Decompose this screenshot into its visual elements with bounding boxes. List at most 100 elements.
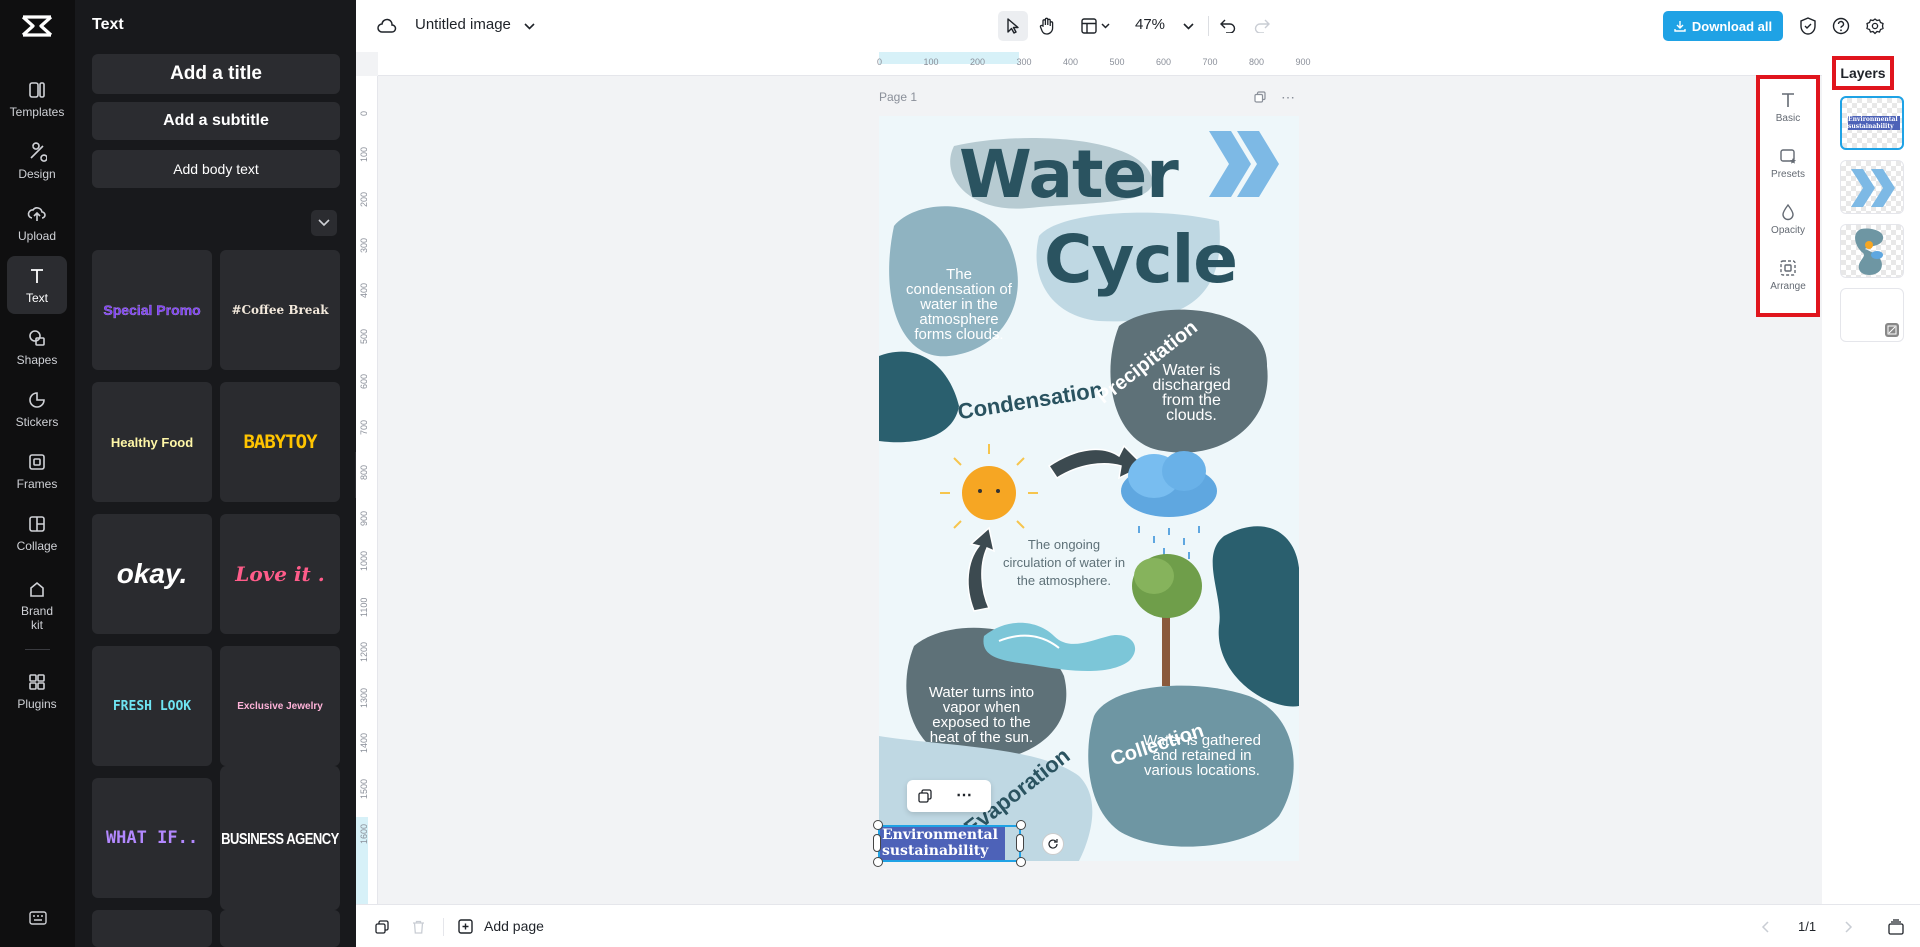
nav-upload[interactable]: Upload [7, 194, 67, 252]
add-page-button[interactable]: Add page [484, 918, 544, 934]
layer-thumb-chevrons[interactable] [1840, 160, 1904, 214]
nav-shapes[interactable]: Shapes [7, 318, 67, 376]
nav-plugins[interactable]: Plugins [7, 662, 67, 720]
settings-button[interactable] [1863, 14, 1887, 38]
duplicate-element-button[interactable] [917, 788, 933, 804]
ruler-tick-label: 300 [359, 237, 369, 253]
protection-button[interactable] [1796, 14, 1820, 38]
rotate-handle[interactable] [1042, 833, 1064, 855]
nav-label: Frames [16, 476, 58, 491]
zoom-level[interactable]: 47% [1135, 16, 1165, 33]
resize-handle-right[interactable] [1016, 834, 1024, 852]
arrange-property-button[interactable]: Arrange [1760, 247, 1816, 303]
text-preset-special-promo[interactable]: Special Promo [92, 250, 212, 370]
resize-handle-top-left[interactable] [873, 820, 883, 830]
page-more-button[interactable]: ⋯ [1278, 89, 1298, 105]
layers-title[interactable]: Layers [1832, 56, 1894, 90]
resize-handle-left[interactable] [873, 834, 881, 852]
text-preset-fresh-look[interactable]: FRESH LOOK [92, 646, 212, 766]
ruler-tick-label: 800 [359, 464, 369, 480]
ruler-tick-label: 600 [359, 373, 369, 389]
rotate-icon [1048, 839, 1058, 849]
opacity-icon [1782, 203, 1794, 220]
arrange-icon [1780, 259, 1796, 276]
delete-page-button[interactable] [408, 917, 428, 937]
cycle-center-description[interactable]: The ongoing circulation of water in the … [999, 536, 1129, 590]
bottom-bar: Add page 1/1 [356, 904, 1920, 947]
title-dropdown-button[interactable] [521, 18, 537, 34]
document-title[interactable]: Untitled image [415, 16, 511, 33]
chevron-right-icon [1845, 921, 1853, 933]
dark-blob-right [1212, 526, 1299, 707]
resize-handle-top-right[interactable] [1016, 820, 1026, 830]
help-button[interactable] [1829, 14, 1853, 38]
resize-handle-bottom-right[interactable] [1016, 857, 1026, 867]
condensation-description[interactable]: The condensation of water in the atmosph… [904, 267, 1014, 342]
ruler-tick-label: 1200 [359, 641, 369, 662]
add-title-button[interactable]: Add a title [92, 54, 340, 94]
presets-property-button[interactable]: Presets [1760, 135, 1816, 191]
text-preset-partial[interactable] [220, 910, 340, 947]
nav-divider [25, 649, 50, 650]
ruler-tick-label: 400 [359, 282, 369, 298]
page-manager-button[interactable] [1886, 917, 1906, 937]
nav-brand-kit[interactable]: Brand kit [7, 570, 67, 640]
zoom-dropdown-button[interactable] [1180, 18, 1196, 34]
plugins-icon [29, 673, 45, 690]
ruler-tick-label: 600 [1156, 57, 1172, 67]
nav-design[interactable]: Design [7, 132, 67, 190]
layer-thumb-infographic[interactable] [1840, 224, 1904, 278]
nav-frames[interactable]: Frames [7, 442, 67, 500]
keyboard-shortcuts-button[interactable] [27, 908, 49, 928]
precipitation-description[interactable]: Water is discharged from the clouds. [1144, 363, 1239, 424]
text-preset-coffee-break[interactable]: #Coffee Break [220, 250, 340, 370]
duplicate-page-bottom-button[interactable] [372, 917, 392, 937]
tree-illustration [1132, 554, 1202, 686]
ruler-tick-label: 1000 [359, 550, 369, 571]
redo-button[interactable] [1249, 13, 1275, 39]
element-more-button[interactable]: ⋯ [952, 786, 976, 804]
undo-button[interactable] [1215, 13, 1241, 39]
evaporation-description[interactable]: Water turns into vapor when exposed to t… [924, 685, 1039, 745]
text-preset-healthy-food[interactable]: Healthy Food [92, 382, 212, 502]
ruler-tick-label: 900 [359, 510, 369, 526]
text-preset-exclusive-jewelry[interactable]: Exclusive Jewelry [220, 646, 340, 766]
capcut-logo-icon[interactable] [19, 13, 55, 39]
nav-label: Brand kit [20, 603, 54, 632]
trash-icon [412, 920, 424, 934]
select-tool-button[interactable] [998, 11, 1028, 41]
nav-stickers[interactable]: Stickers [7, 380, 67, 438]
design-page[interactable]: Water Cycle The condensation of water in… [879, 116, 1299, 861]
next-page-button[interactable] [1840, 918, 1858, 936]
download-all-button[interactable]: Download all [1663, 11, 1783, 41]
add-page-icon-button[interactable] [457, 917, 475, 937]
layer-thumb-background[interactable] [1840, 288, 1904, 342]
opacity-property-button[interactable]: Opacity [1760, 191, 1816, 247]
nav-label: Collage [16, 538, 58, 553]
text-preset-business-agency[interactable]: BUSINESS AGENCY [220, 766, 340, 910]
text-preset-partial[interactable] [92, 910, 212, 947]
nav-text[interactable]: Text [7, 256, 67, 314]
add-body-text-button[interactable]: Add body text [92, 150, 340, 188]
layer-thumb-text[interactable]: Environmental sustainability [1840, 96, 1904, 150]
text-preset-love-it[interactable]: Love it . [220, 514, 340, 634]
nav-collage[interactable]: Collage [7, 504, 67, 562]
hand-tool-button[interactable] [1032, 11, 1062, 41]
layout-menu-button[interactable] [1075, 11, 1117, 41]
text-preset-what-if[interactable]: WHAT IF.. [92, 778, 212, 898]
collection-description[interactable]: Water is gathered and retained in variou… [1137, 733, 1267, 778]
cloud-save-button[interactable] [376, 16, 398, 36]
text-preset-okay[interactable]: okay. [92, 514, 212, 634]
duplicate-page-button[interactable] [1252, 89, 1268, 105]
text-preset-babytoy[interactable]: BABYTOY [220, 382, 340, 502]
add-subtitle-button[interactable]: Add a subtitle [92, 102, 340, 140]
resize-handle-bottom-left[interactable] [873, 857, 883, 867]
nav-templates[interactable]: Templates [7, 70, 67, 128]
more-horizontal-icon: ⋯ [1281, 88, 1295, 105]
title-cycle[interactable]: Cycle [1044, 221, 1238, 298]
collapse-presets-button[interactable] [311, 210, 337, 236]
basic-property-button[interactable]: Basic [1760, 79, 1816, 135]
previous-page-button[interactable] [1756, 918, 1774, 936]
selected-text-element[interactable]: Environmental sustainability [880, 827, 1005, 860]
title-water[interactable]: Water [959, 136, 1179, 213]
